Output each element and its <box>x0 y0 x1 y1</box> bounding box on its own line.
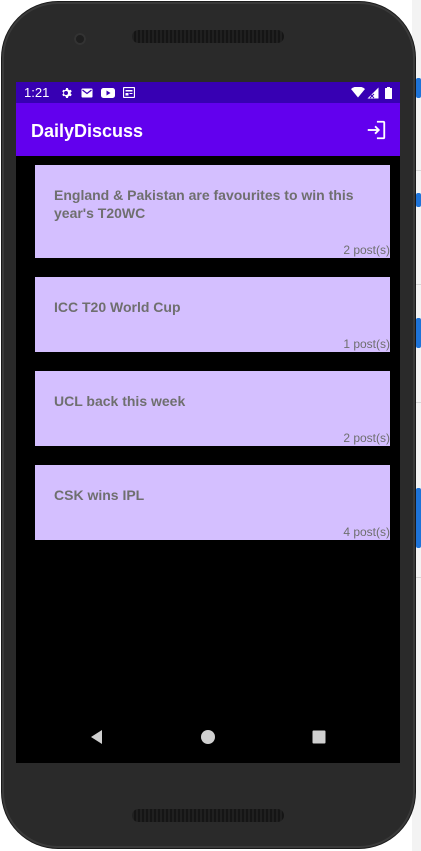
post-count: 1 post(s) <box>343 337 390 351</box>
home-icon[interactable] <box>200 729 216 745</box>
app-title: DailyDiscuss <box>31 121 144 141</box>
status-bar: 1:21 <box>16 82 400 103</box>
recents-icon[interactable] <box>311 729 327 745</box>
signal-icon <box>367 86 379 99</box>
device-screen: 1:21 DailyDiscuss England & Pakistan are… <box>16 82 400 763</box>
topic-card[interactable]: England & Pakistan are favourites to win… <box>35 165 390 258</box>
post-count: 2 post(s) <box>343 243 390 257</box>
news-icon <box>122 86 135 99</box>
topic-title: CSK wins IPL <box>54 487 145 503</box>
back-icon[interactable] <box>89 729 105 745</box>
topic-title: England & Pakistan are favourites to win… <box>54 187 354 221</box>
gmail-icon <box>80 86 93 99</box>
status-time: 1:21 <box>24 85 50 100</box>
app-bar: DailyDiscuss <box>16 103 400 156</box>
post-count: 4 post(s) <box>343 525 390 539</box>
bottom-speaker <box>132 809 284 822</box>
front-camera <box>74 33 86 45</box>
top-speaker <box>132 30 284 43</box>
youtube-icon <box>100 86 115 99</box>
wifi-icon <box>351 86 365 99</box>
topic-card[interactable]: ICC T20 World Cup 1 post(s) <box>35 277 390 352</box>
navigation-bar <box>16 709 400 763</box>
topic-card[interactable]: CSK wins IPL 4 post(s) <box>35 465 390 540</box>
post-count: 2 post(s) <box>343 431 390 445</box>
battery-icon <box>384 86 392 99</box>
logout-icon[interactable] <box>365 119 387 141</box>
topic-title: UCL back this week <box>54 393 186 409</box>
topic-card[interactable]: UCL back this week 2 post(s) <box>35 371 390 446</box>
settings-icon <box>60 86 73 99</box>
topic-title: ICC T20 World Cup <box>54 299 181 315</box>
